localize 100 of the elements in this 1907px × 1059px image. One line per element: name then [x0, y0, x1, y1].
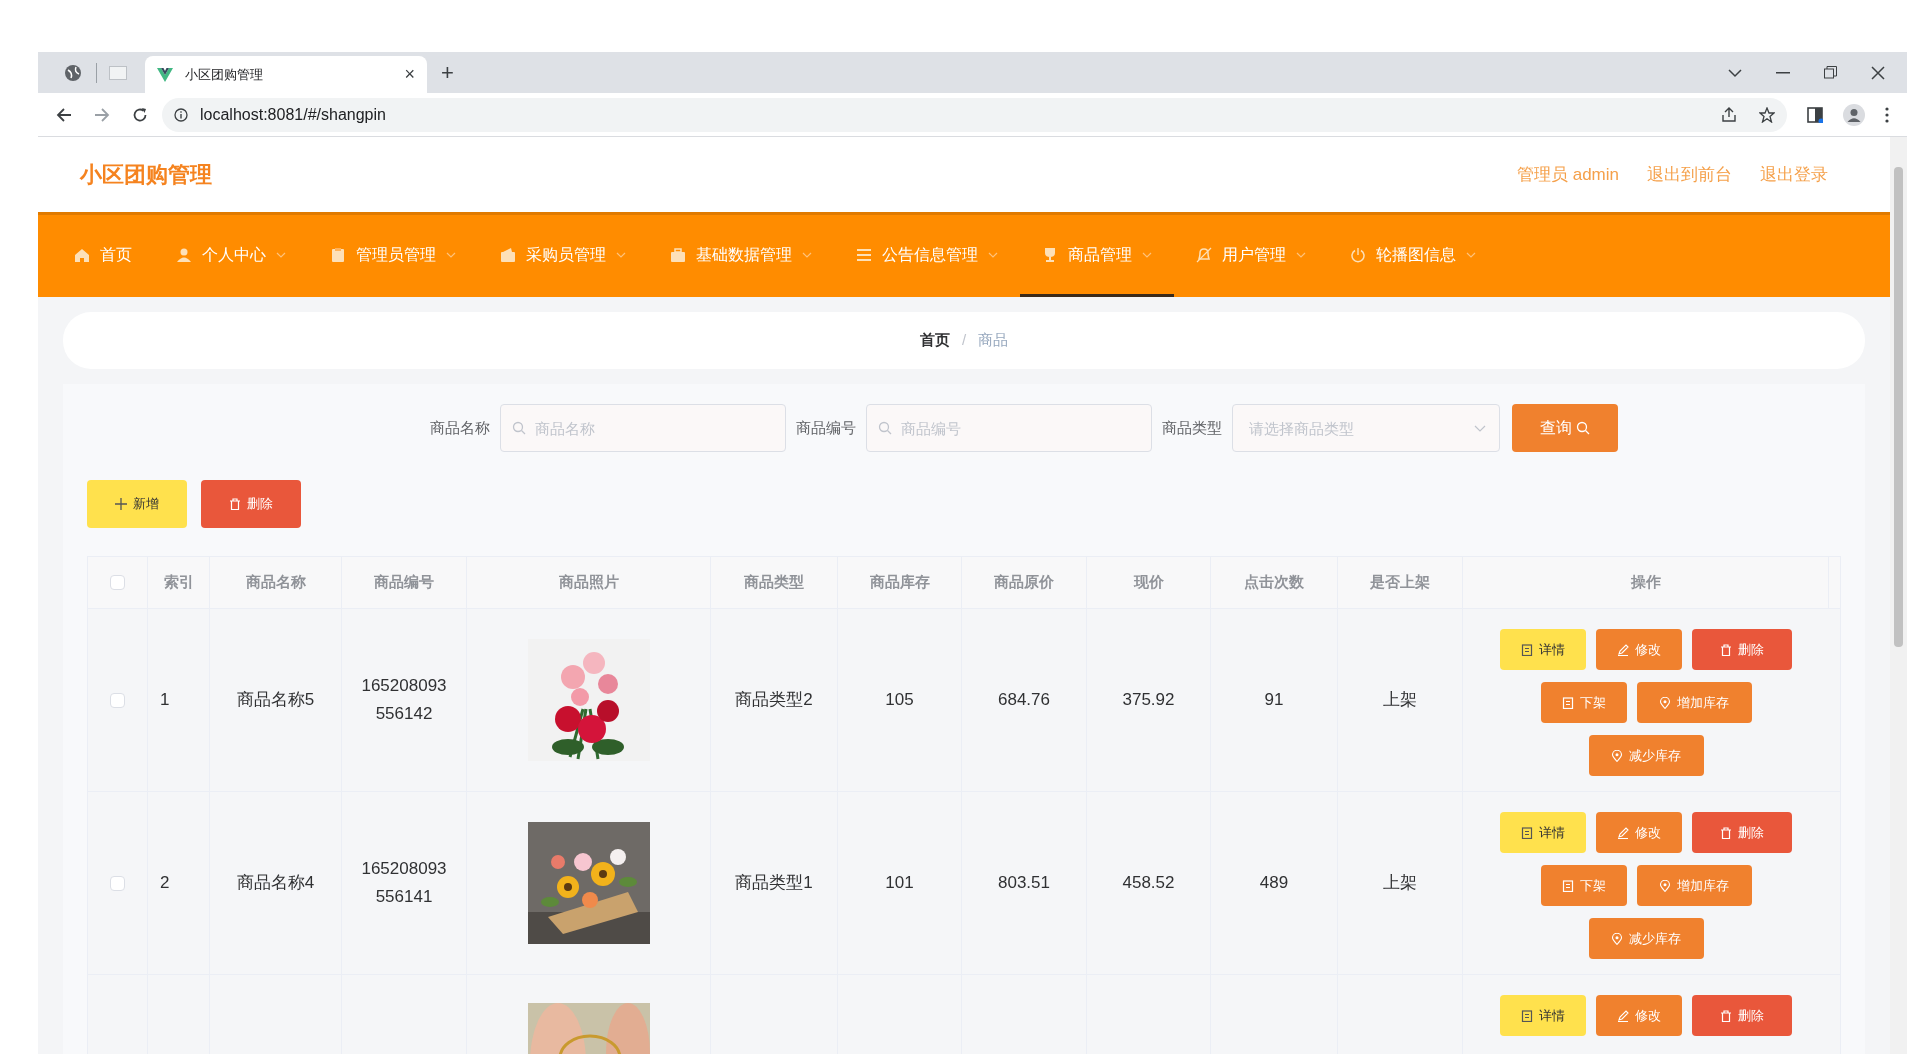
- reload-icon[interactable]: [132, 106, 148, 123]
- table-cell-text: 91: [1264, 689, 1284, 712]
- edit-button[interactable]: 修改: [1596, 812, 1682, 853]
- scrollbar[interactable]: [1890, 137, 1907, 1054]
- trash-icon: [229, 498, 241, 510]
- app-title: 小区团购管理: [80, 161, 212, 189]
- column-header: 是否上架: [1370, 572, 1430, 593]
- location-pin-icon: [1611, 932, 1623, 945]
- pencil-icon: [1617, 1009, 1629, 1022]
- bell-icon: [1196, 246, 1212, 263]
- select-field[interactable]: 请选择商品类型: [1232, 404, 1500, 452]
- nav-item[interactable]: 管理员管理: [308, 215, 478, 297]
- column-header: 商品库存: [869, 572, 930, 593]
- nav-item[interactable]: 商品管理: [1020, 215, 1174, 297]
- column-header: 商品原价: [994, 572, 1054, 593]
- reduce-stock-button[interactable]: 减少库存: [1588, 918, 1704, 959]
- search-field[interactable]: 商品名称: [500, 404, 786, 452]
- column-header: 商品类型: [744, 572, 804, 593]
- forward-icon[interactable]: [94, 106, 110, 123]
- delete-button[interactable]: 删除: [201, 480, 301, 528]
- search-field[interactable]: 商品编号: [866, 404, 1152, 452]
- table-cell-text: 105: [885, 689, 914, 712]
- query-button[interactable]: 查询: [1512, 404, 1618, 452]
- reduce-stock-button[interactable]: 减少库存: [1588, 735, 1704, 776]
- delist-button[interactable]: 下架: [1540, 865, 1627, 906]
- table-cell-text: 165208093556142: [360, 675, 448, 725]
- user-icon: [176, 246, 192, 263]
- clipboard-icon: [330, 246, 346, 263]
- column-header: 商品编号: [374, 572, 434, 593]
- trash-icon: [1720, 826, 1732, 839]
- breadcrumb-item[interactable]: 首页: [919, 329, 950, 352]
- field-label: 商品类型: [1162, 417, 1222, 438]
- nav-item[interactable]: 用户管理: [1174, 215, 1328, 297]
- edit-button[interactable]: 修改: [1596, 995, 1682, 1036]
- add-stock-button[interactable]: 增加库存: [1636, 682, 1752, 723]
- breadcrumb-item: 商品: [978, 330, 1009, 351]
- delete-button[interactable]: 删除: [1692, 629, 1792, 670]
- nav-item[interactable]: 首页: [52, 215, 154, 297]
- table-cell-text: 101: [885, 872, 914, 895]
- table-cell-text: 商品名称5: [236, 689, 315, 712]
- detail-button[interactable]: 详情: [1500, 812, 1586, 853]
- info-icon[interactable]: [174, 107, 188, 122]
- table-cell-text: 684.76: [998, 689, 1050, 712]
- header-link[interactable]: 管理员 admin: [1516, 161, 1619, 188]
- checkbox[interactable]: [110, 575, 125, 590]
- globe-icon[interactable]: [64, 63, 82, 82]
- close-icon[interactable]: [1871, 65, 1885, 80]
- table-cell-text: 商品名称4: [236, 872, 315, 895]
- document-icon: [1521, 826, 1533, 839]
- chevron-down-icon: [1474, 425, 1486, 432]
- trash-icon: [1720, 1009, 1732, 1022]
- field-label: 商品名称: [430, 417, 490, 438]
- table-cell-text: 商品类型2: [735, 689, 813, 712]
- column-header: 索引: [163, 572, 194, 593]
- checkbox[interactable]: [110, 692, 125, 708]
- document-icon: [1561, 696, 1574, 709]
- add-button[interactable]: 新增: [87, 480, 187, 528]
- star-icon[interactable]: [1759, 106, 1775, 123]
- edit-button[interactable]: 修改: [1596, 629, 1682, 670]
- location-pin-icon: [1659, 696, 1671, 709]
- delete-button[interactable]: 删除: [1692, 812, 1792, 853]
- v-logo-icon: [157, 67, 173, 82]
- nav-item[interactable]: 基础数据管理: [648, 215, 834, 297]
- home-icon: [74, 246, 90, 263]
- minimize-icon[interactable]: [1776, 71, 1790, 74]
- restore-icon[interactable]: [1824, 66, 1837, 79]
- table-cell-text: 1: [160, 689, 170, 712]
- document-icon: [1521, 643, 1533, 656]
- checkbox[interactable]: [110, 875, 125, 891]
- chevron-down-icon[interactable]: [1728, 67, 1742, 78]
- column-header: 现价: [1133, 572, 1164, 593]
- header-link[interactable]: 退出到前台: [1647, 161, 1732, 188]
- add-stock-button[interactable]: 增加库存: [1636, 865, 1752, 906]
- table-cell-text: 商品类型1: [735, 872, 813, 895]
- document-icon: [1521, 1009, 1533, 1022]
- nav-item[interactable]: 个人中心: [154, 215, 308, 297]
- nav-item[interactable]: 轮播图信息: [1328, 215, 1498, 297]
- nav-item[interactable]: 采购员管理: [478, 215, 648, 297]
- more-icon[interactable]: [1885, 106, 1889, 123]
- new-tab-button[interactable]: +: [441, 56, 454, 89]
- trash-icon: [1720, 643, 1732, 656]
- table-cell-text: 375.92: [1122, 689, 1175, 712]
- close-tab-button[interactable]: ×: [404, 61, 415, 88]
- field-label: 商品编号: [796, 417, 856, 438]
- nav-item[interactable]: 公告信息管理: [834, 215, 1020, 297]
- delete-button[interactable]: 删除: [1692, 995, 1792, 1036]
- share-icon[interactable]: [1721, 106, 1737, 123]
- delist-button[interactable]: 下架: [1540, 682, 1627, 723]
- tab-title: 小区团购管理: [185, 65, 263, 84]
- back-icon[interactable]: [56, 106, 72, 123]
- detail-button[interactable]: 详情: [1500, 995, 1586, 1036]
- header-link[interactable]: 退出登录: [1760, 161, 1828, 188]
- sidebar-icon[interactable]: [1807, 106, 1823, 123]
- pencil-icon: [1617, 826, 1629, 839]
- avatar-icon[interactable]: [1843, 103, 1865, 126]
- browser-tab[interactable]: 小区团购管理 ×: [145, 56, 427, 93]
- table-cell-text: 803.51: [998, 872, 1050, 895]
- column-header: 点击次数: [1244, 572, 1304, 593]
- detail-button[interactable]: 详情: [1500, 629, 1586, 670]
- address-bar[interactable]: localhost:8081/#/shangpin: [162, 97, 1787, 132]
